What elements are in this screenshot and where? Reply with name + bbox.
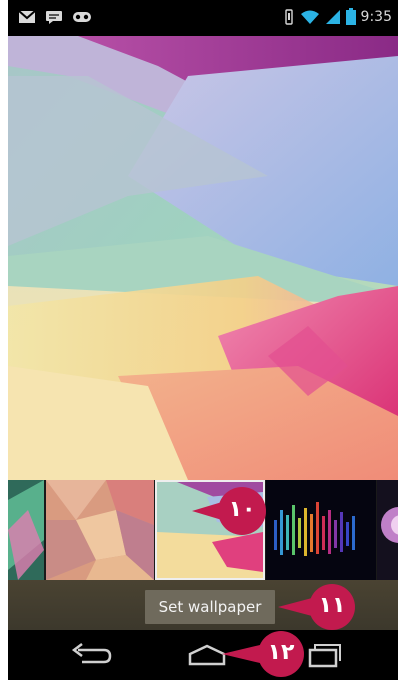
- gmail-icon: [18, 10, 36, 23]
- callout-11-label: ١١: [318, 593, 346, 618]
- system-icons: 9:35: [283, 8, 392, 25]
- wallpaper-thumb-2[interactable]: [46, 480, 154, 580]
- wallpaper-thumb-5[interactable]: [377, 480, 398, 580]
- chat-icon: [46, 11, 62, 24]
- battery-icon: [345, 8, 356, 25]
- voicemail-icon: [73, 12, 91, 22]
- wallpaper-image: [8, 36, 398, 480]
- back-icon: [71, 643, 112, 664]
- notification-icons: [18, 10, 92, 24]
- navigation-bar: [8, 630, 398, 680]
- wallpaper-thumb-1[interactable]: [8, 480, 44, 580]
- callout-12: ١٢: [222, 629, 306, 679]
- vibrate-icon: [284, 8, 293, 25]
- callout-10-label: ١٠: [228, 497, 256, 522]
- clock: 9:35: [360, 8, 392, 25]
- status-bar: 9:35: [8, 0, 398, 36]
- wallpaper-preview: [8, 36, 398, 480]
- wallpaper-thumb-4[interactable]: [266, 480, 376, 580]
- wifi-icon: [300, 10, 319, 24]
- callout-12-label: ١٢: [267, 640, 295, 665]
- back-button[interactable]: [68, 642, 114, 668]
- callout-10: ١٠: [192, 485, 268, 537]
- signal-icon: [325, 9, 340, 24]
- recents-button[interactable]: [300, 642, 346, 668]
- set-wallpaper-button[interactable]: Set wallpaper: [145, 590, 275, 624]
- callout-11: ١١: [278, 582, 358, 632]
- recents-icon: [308, 644, 341, 668]
- phone-screen: 9:35 Set wallpaper ١٠ ١١ ١٢: [8, 0, 398, 680]
